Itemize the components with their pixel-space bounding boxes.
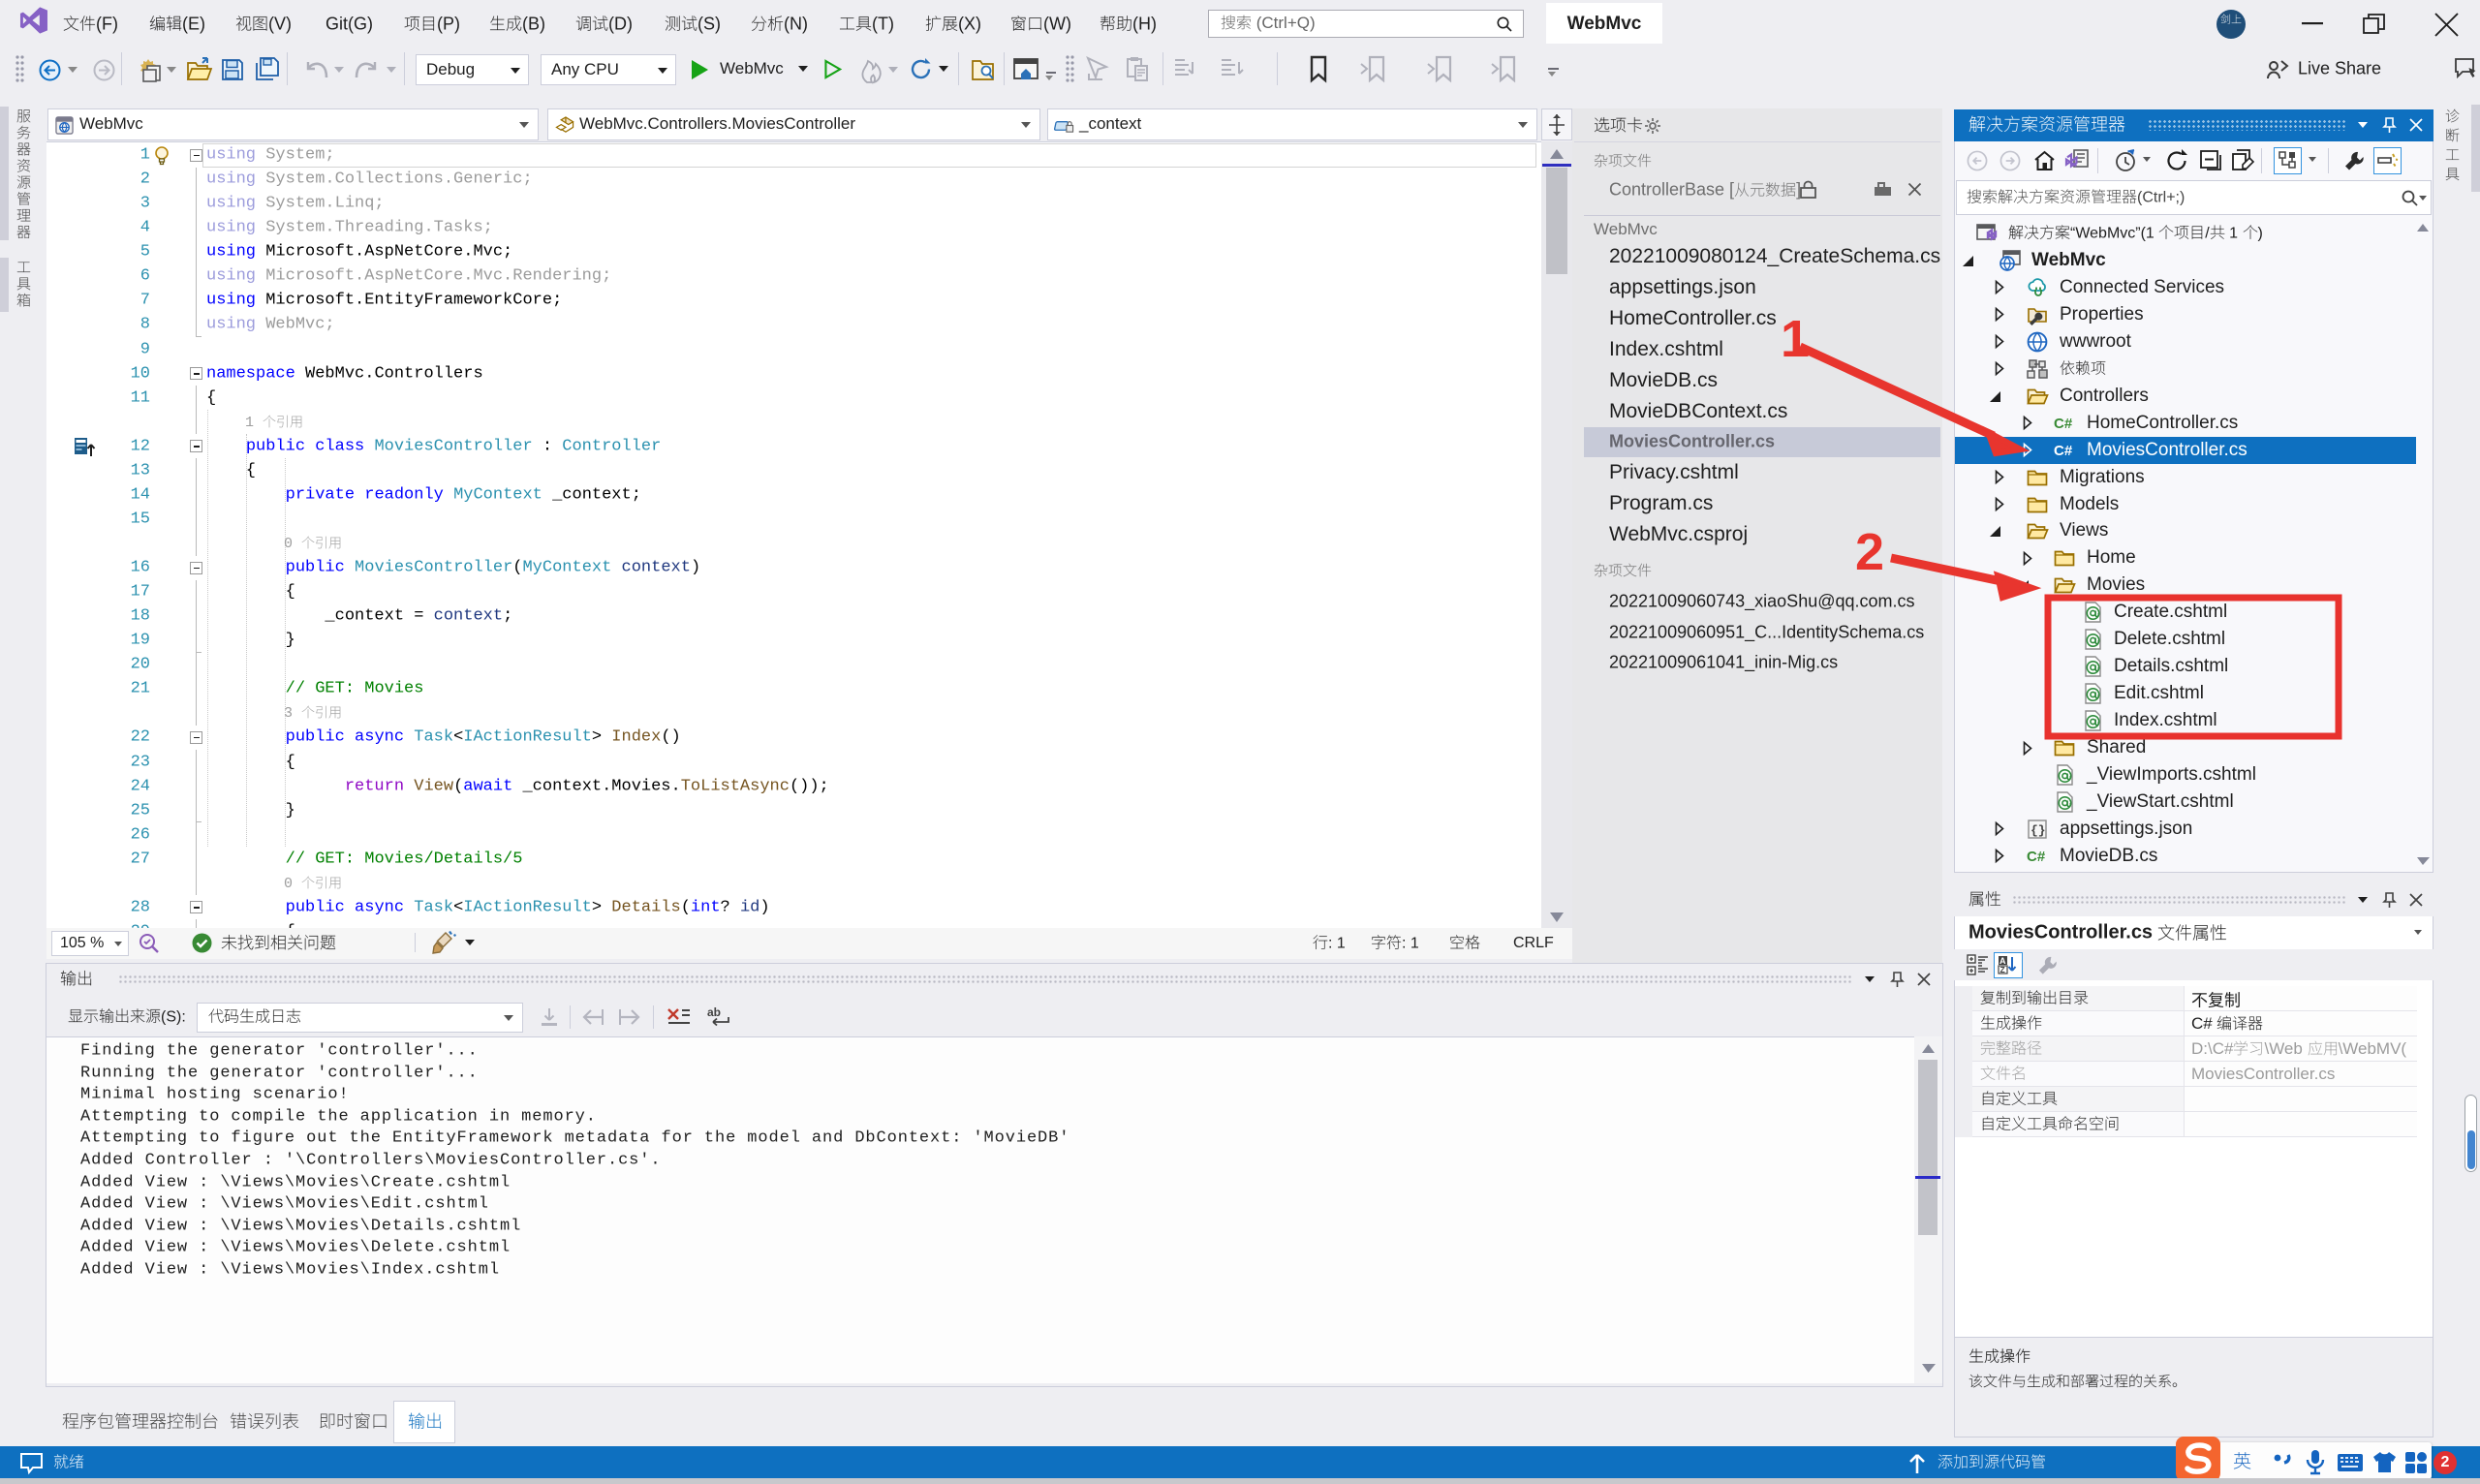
- svg-text:1: 1: [1781, 310, 1810, 368]
- svg-text:2: 2: [1855, 523, 1884, 581]
